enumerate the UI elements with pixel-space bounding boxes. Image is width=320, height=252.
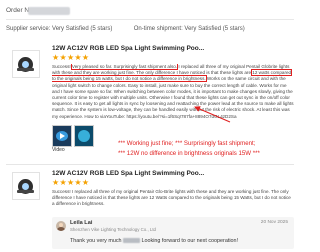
- reply-text: Thank you very much Looking forward to o…: [70, 238, 239, 244]
- avatar: [56, 221, 66, 231]
- review-text: Success! I replaced all three of my orig…: [52, 189, 291, 207]
- annotation-line-1: *** Working just fine; *** Surprisingly …: [118, 140, 256, 147]
- order-number-row: Order No.:: [6, 6, 294, 20]
- product-thumbnail[interactable]: [12, 50, 40, 78]
- star-rating: ★★★★★: [52, 53, 90, 62]
- highlight-fast-shipment: Very pleased so far. Surprisingly fast s…: [70, 64, 179, 70]
- video-label: Video: [52, 147, 65, 153]
- review-text: Success! Very pleased so far. Surprising…: [52, 64, 294, 119]
- supplier-reply: Leila Lai Shenzhen Vike Lighting Technol…: [52, 217, 294, 249]
- redacted-text: [123, 238, 141, 243]
- review-photo-thumbnail[interactable]: [74, 125, 94, 147]
- order-number-redacted: [28, 7, 70, 15]
- reply-company: Shenzhen Vike Lighting Technology Co., L…: [70, 227, 157, 232]
- star-rating: ★★★★★: [52, 178, 90, 187]
- reply-date: 20 Nov 2025: [260, 220, 288, 225]
- supplier-service-rating: Supplier service: Very Satisfied (5 star…: [6, 26, 113, 32]
- annotation-line-2: *** 12W no difference in brightness orig…: [118, 150, 260, 157]
- on-time-shipment-rating: On-time shipment: Very Satisfied (5 star…: [133, 26, 245, 32]
- product-title[interactable]: 12W AC12V RGB LED Spa Light Swimming Poo…: [52, 170, 204, 177]
- play-icon: [60, 133, 65, 139]
- product-title[interactable]: 12W AC12V RGB LED Spa Light Swimming Poo…: [52, 45, 204, 52]
- product-thumbnail[interactable]: [12, 172, 40, 200]
- reply-author-name: Leila Lai: [70, 220, 93, 226]
- review-divider: [6, 164, 294, 165]
- review-video-thumbnail[interactable]: [52, 125, 72, 147]
- supplier-ratings: Supplier service: Very Satisfied (5 star…: [6, 26, 245, 32]
